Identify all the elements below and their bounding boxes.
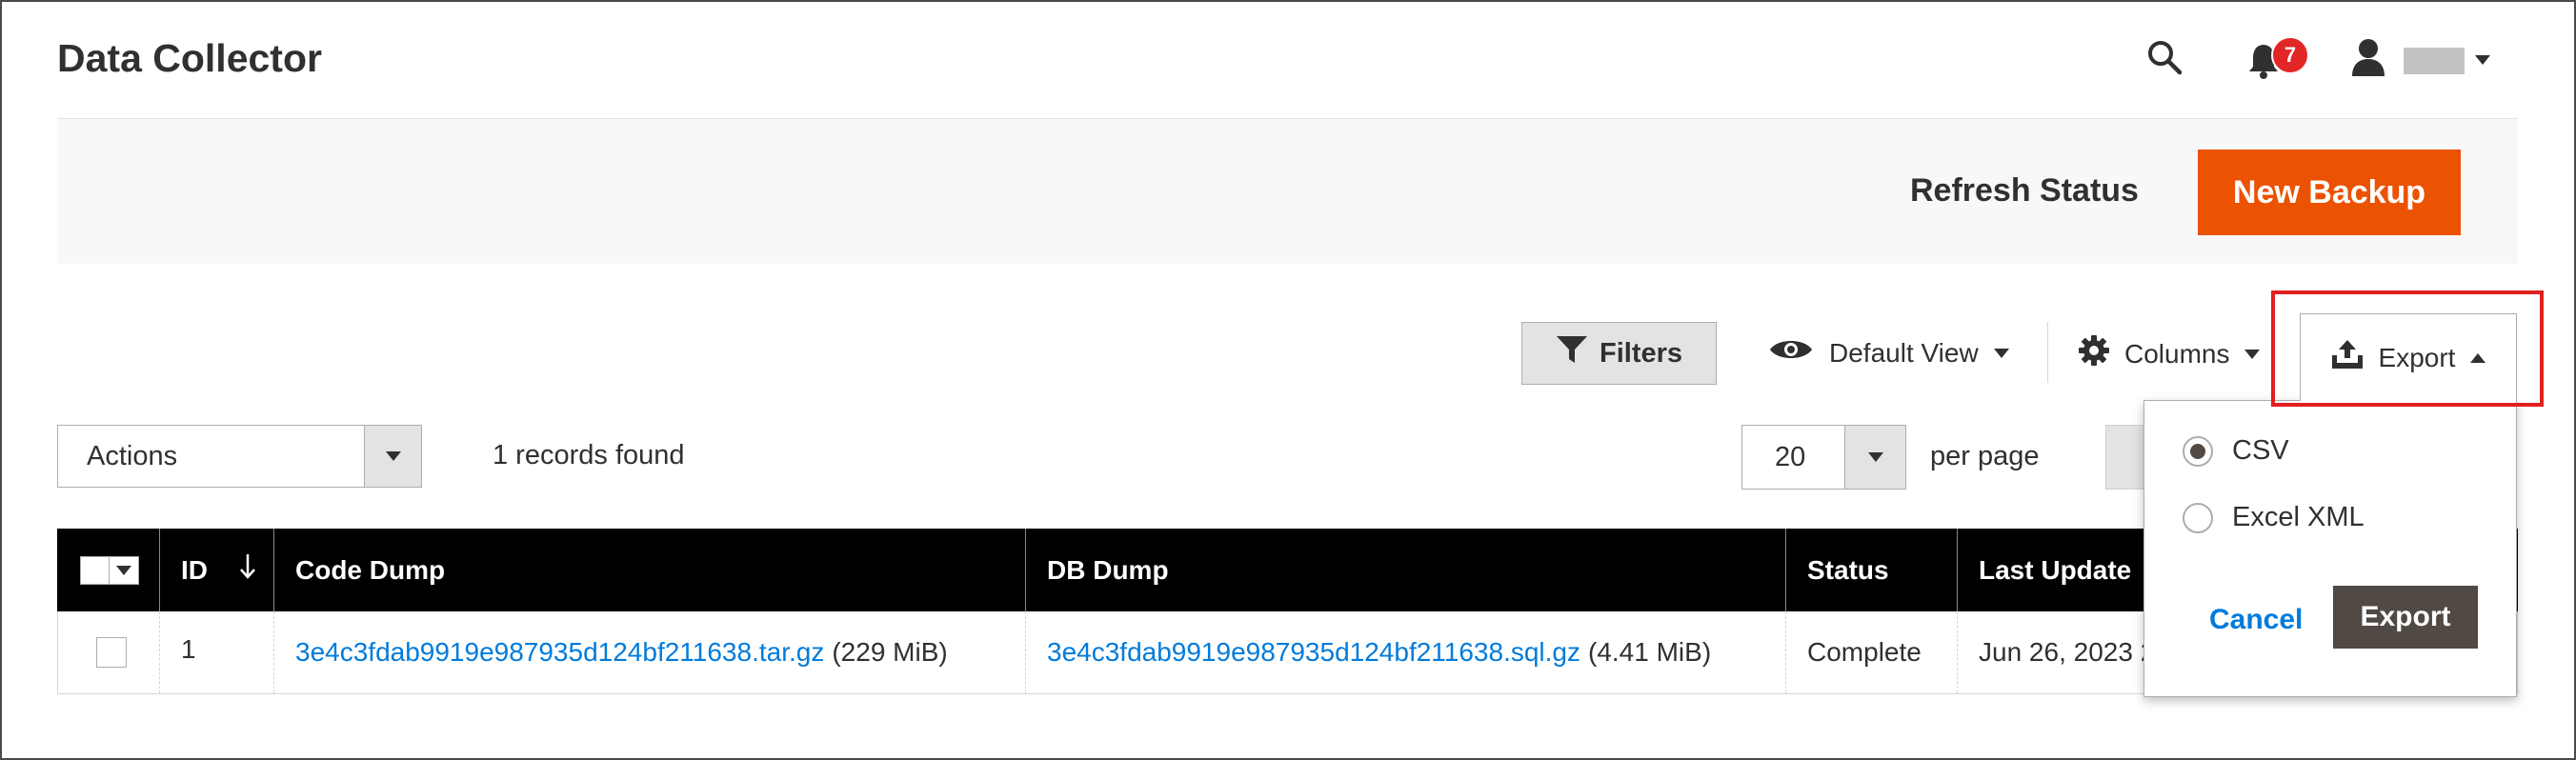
column-header-status[interactable]: Status: [1786, 529, 1958, 611]
sort-arrow-down-icon: [239, 554, 256, 586]
default-view-chevron-down-icon: [1993, 348, 2009, 358]
mass-actions-chevron-down-icon: [364, 426, 421, 487]
cell-db-dump: 3e4c3fdab9919e987935d124bf211638.sql.gz …: [1026, 611, 1786, 693]
columns-chevron-down-icon: [2244, 349, 2261, 359]
mass-select-checkbox[interactable]: [80, 555, 139, 585]
code-dump-size: (229 MiB): [832, 637, 948, 667]
export-cancel-button[interactable]: Cancel: [2209, 604, 2303, 636]
db-dump-link[interactable]: 3e4c3fdab9919e987935d124bf211638.sql.gz: [1047, 637, 1580, 668]
per-page-chevron-down-icon: [1844, 426, 1905, 489]
code-dump-link[interactable]: 3e4c3fdab9919e987935d124bf211638.tar.gz: [295, 637, 824, 668]
column-header-db-dump[interactable]: DB Dump: [1026, 529, 1786, 611]
export-dropdown-menu: CSV Excel XML Cancel Export: [2143, 400, 2517, 697]
cell-status: Complete: [1786, 611, 1958, 693]
row-checkbox[interactable]: [96, 637, 127, 668]
export-confirm-button[interactable]: Export: [2333, 586, 2478, 649]
export-highlight-box: [2271, 290, 2544, 407]
per-page-select[interactable]: 20: [1741, 425, 1906, 490]
notifications-badge: 7: [2271, 36, 2309, 74]
mass-select-chevron-down-icon: [110, 565, 138, 575]
csv-label: CSV: [2232, 435, 2289, 466]
column-header-id[interactable]: ID: [160, 529, 274, 611]
excel-xml-radio[interactable]: [2183, 502, 2213, 533]
records-found: 1 records found: [493, 440, 685, 470]
user-icon[interactable]: [2347, 36, 2389, 78]
filter-funnel-icon: [1556, 335, 1588, 371]
per-page-value: 20: [1775, 442, 1806, 472]
column-header-code-dump[interactable]: Code Dump: [274, 529, 1026, 611]
user-menu-chevron-down-icon[interactable]: [2475, 55, 2490, 65]
mass-actions-select[interactable]: Actions: [57, 425, 422, 488]
excel-xml-label: Excel XML: [2232, 502, 2365, 532]
refresh-status-button[interactable]: Refresh Status: [1910, 172, 2139, 210]
row-select-cell: [58, 611, 160, 693]
page-actions-bar: [57, 119, 2518, 264]
csv-radio[interactable]: [2183, 435, 2213, 467]
new-backup-button[interactable]: New Backup: [2198, 150, 2461, 235]
eye-icon: [1768, 335, 1814, 370]
columns-label: Columns: [2124, 338, 2230, 369]
db-dump-size: (4.41 MiB): [1588, 637, 1712, 667]
columns-dropdown[interactable]: Columns: [2079, 335, 2261, 372]
filters-label: Filters: [1599, 337, 1683, 369]
export-option-csv[interactable]: CSV: [2183, 435, 2289, 467]
cell-id: 1: [160, 611, 274, 693]
search-icon[interactable]: [2143, 36, 2185, 78]
gear-icon: [2079, 335, 2109, 372]
user-name[interactable]: [2404, 48, 2465, 74]
page-title: Data Collector: [57, 36, 322, 80]
mass-actions-label: Actions: [87, 441, 178, 471]
default-view-label: Default View: [1829, 337, 1979, 368]
default-view-dropdown[interactable]: Default View: [1768, 335, 2009, 370]
per-page-label: per page: [1930, 441, 2040, 471]
toolbar-separator: [2047, 322, 2048, 383]
mass-select-header[interactable]: [57, 529, 160, 611]
filters-button[interactable]: Filters: [1521, 322, 1717, 385]
column-header-id-label: ID: [181, 554, 208, 585]
export-option-excel-xml[interactable]: Excel XML: [2183, 502, 2365, 533]
cell-code-dump: 3e4c3fdab9919e987935d124bf211638.tar.gz …: [274, 611, 1026, 693]
